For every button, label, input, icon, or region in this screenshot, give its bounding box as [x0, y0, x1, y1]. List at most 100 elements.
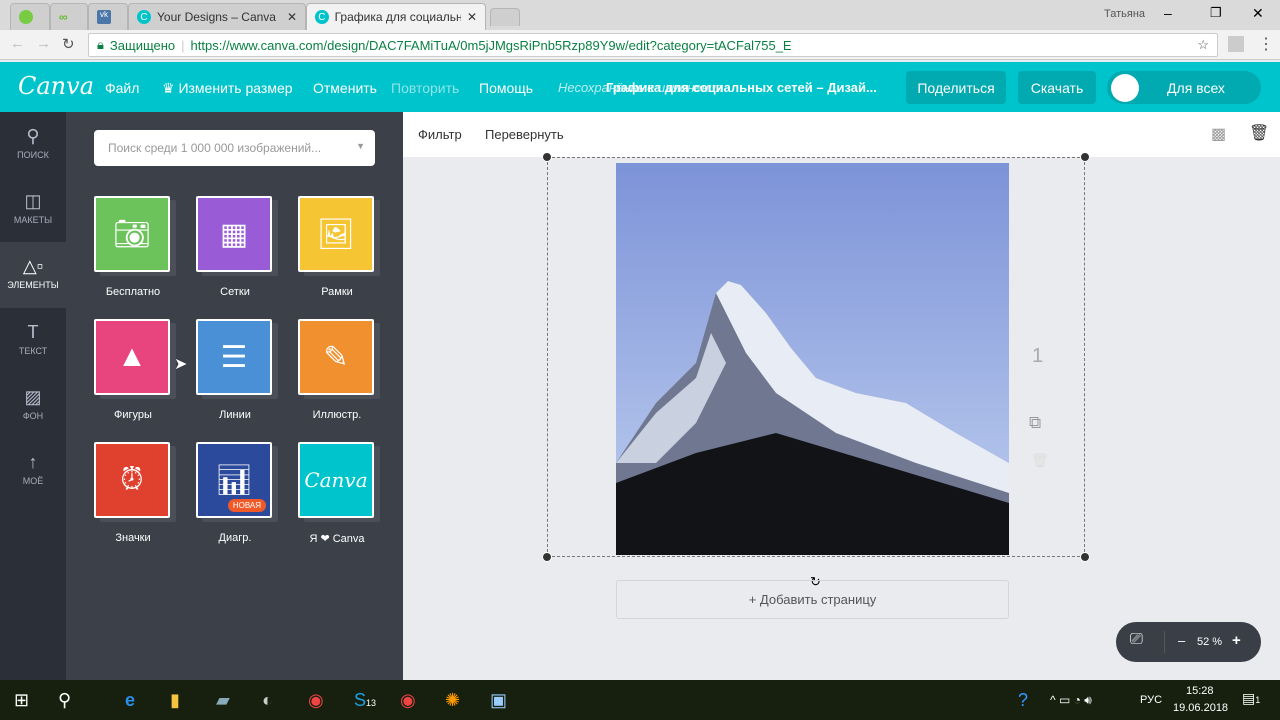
search-icon[interactable]: ⚲ — [58, 690, 71, 711]
new-tab-button[interactable] — [490, 8, 520, 26]
element-category-shapes[interactable]: ▲ — [94, 319, 170, 395]
edge-icon[interactable]: e — [125, 690, 135, 711]
duplicate-page-icon[interactable]: ⧉ — [1029, 413, 1041, 433]
category-label: Я ❤ Canva — [309, 533, 365, 545]
minimize-icon[interactable]: – — [1164, 5, 1172, 21]
windows-start-icon[interactable]: ⊞ — [14, 690, 29, 711]
notifications-icon[interactable]: ▤1 — [1242, 690, 1260, 707]
menu-help[interactable]: Помощь — [479, 80, 533, 96]
close-window-icon[interactable]: ✕ — [1252, 5, 1264, 22]
image-search-input[interactable]: Поиск среди 1 000 000 изображений... ▼ — [94, 130, 375, 166]
address-bar-row: ← → ↻ 🔒︎ Защищено | https://www.canva.co… — [0, 30, 1280, 60]
element-category-i-love-canva[interactable]: Canva — [298, 442, 374, 518]
profile-name[interactable]: Татьяна — [1104, 8, 1145, 20]
extension-icon[interactable] — [1228, 36, 1244, 52]
zoom-out-button[interactable]: – — [1178, 633, 1185, 648]
forward-icon[interactable]: → — [36, 35, 51, 52]
add-page-button[interactable]: + Добавить страницу — [616, 580, 1009, 619]
design-title[interactable]: Графика для социальных сетей – Дизай... — [606, 80, 896, 95]
paint-icon[interactable]: ◐ — [262, 690, 273, 711]
element-category-icons[interactable]: ⏰︎ — [94, 442, 170, 518]
menu-undo[interactable]: Отменить — [313, 80, 377, 96]
chrome-profile-icon[interactable]: ◉ — [400, 690, 416, 711]
reload-icon[interactable]: ↻ — [62, 35, 75, 53]
editor-toolbar: Фильтр Перевернуть ▩ 🗑︎ — [403, 112, 1280, 157]
rail-uploads[interactable]: ↑ МОЁ — [0, 438, 66, 502]
zoom-in-button[interactable]: + — [1232, 632, 1241, 649]
mountain-photo[interactable] — [616, 163, 1009, 555]
menu-resize[interactable]: ♛ Изменить размер — [162, 80, 293, 97]
close-tab-icon[interactable]: ✕ — [287, 10, 297, 24]
restore-icon[interactable]: ❐ — [1210, 5, 1222, 21]
canva-logo[interactable]: Canva — [18, 72, 94, 100]
rail-text[interactable]: T ТЕКСТ — [0, 308, 66, 372]
element-category-frames[interactable]: 🖼︎ — [298, 196, 374, 272]
secure-label: Защищено — [109, 37, 176, 53]
visibility-label: Для всех — [1167, 79, 1225, 96]
tab-pinned-1[interactable] — [10, 3, 50, 30]
transparency-icon[interactable]: ▩ — [1211, 124, 1226, 144]
presentation-app-icon[interactable]: ▣ — [490, 690, 507, 711]
language-indicator[interactable]: РУС — [1140, 694, 1162, 706]
category-label: Диагр. — [218, 532, 252, 544]
visibility-toggle[interactable]: Для всех — [1107, 71, 1261, 104]
presentation-icon[interactable]: ⎚ — [1130, 631, 1143, 649]
resize-handle[interactable] — [1080, 552, 1090, 562]
notepad-icon[interactable]: ▰ — [216, 690, 230, 711]
file-explorer-icon[interactable]: ▮ — [170, 690, 180, 711]
rail-elements[interactable]: △▫ ЭЛЕМЕНТЫ — [0, 242, 66, 308]
category-label: Фигуры — [114, 409, 152, 421]
element-category-charts[interactable]: 📊︎ НОВАЯ — [196, 442, 272, 518]
resize-handle[interactable] — [542, 552, 552, 562]
menu-redo[interactable]: Повторить — [391, 80, 459, 96]
rail-label: ПОИСК — [17, 150, 49, 160]
download-button[interactable]: Скачать — [1018, 71, 1096, 104]
element-category-illustrations[interactable]: ✎ — [298, 319, 374, 395]
dropdown-caret-icon[interactable]: ▼ — [356, 141, 365, 151]
mouse-cursor: ➤ — [174, 356, 188, 373]
clock-date[interactable]: 19.06.2018 — [1173, 702, 1228, 714]
menu-file[interactable]: Файл — [105, 80, 139, 96]
picasa-icon[interactable]: ✺ — [445, 690, 460, 711]
delete-page-icon[interactable]: 🗑︎ — [1031, 452, 1049, 469]
clock-time[interactable]: 15:28 — [1186, 685, 1214, 697]
icons-icon: ⏰︎ — [120, 463, 144, 496]
tab-current-design[interactable]: C Графика для социальны ✕ — [306, 3, 486, 30]
menu-label: Изменить размер — [178, 80, 293, 96]
notification-badge: 1 — [1255, 695, 1261, 705]
trash-icon[interactable]: 🗑︎ — [1249, 123, 1269, 143]
zoom-level[interactable]: 52 % — [1197, 636, 1222, 648]
skype-icon[interactable]: S13 — [354, 690, 376, 711]
resize-handle[interactable] — [1080, 152, 1090, 162]
app-icon — [19, 10, 33, 24]
resize-handle[interactable] — [542, 152, 552, 162]
tray-icons[interactable]: ^ ▭ ◔ 🔊︎ — [1050, 693, 1092, 708]
element-category-free-photos[interactable]: 📷︎ — [94, 196, 170, 272]
side-rail: ⚲ ПОИСК ◫ МАКЕТЫ △▫ ЭЛЕМЕНТЫ T ТЕКСТ ▨ ФОН ↑ М… — [0, 112, 66, 680]
help-icon[interactable]: ? — [1018, 690, 1028, 711]
element-category-lines[interactable]: ☰ — [196, 319, 272, 395]
bookmark-star-icon[interactable]: ☆ — [1197, 37, 1209, 53]
tab-title: Графика для социальны — [334, 10, 461, 24]
tab-pinned-2[interactable]: ∞ — [50, 3, 88, 30]
back-icon[interactable]: ← — [10, 35, 25, 52]
element-category-grids[interactable]: ▦ — [196, 196, 272, 272]
close-tab-icon[interactable]: ✕ — [467, 10, 477, 24]
windows-taskbar: ⊞ ⚲ e ▮ ▰ ◐ ◉ S13 ◉ ✺ ▣ ? ^ ▭ ◔ 🔊︎ РУС 1… — [0, 680, 1280, 720]
frames-icon: 🖼︎ — [316, 217, 356, 251]
filter-button[interactable]: Фильтр — [418, 127, 462, 142]
upload-icon: ↑ — [28, 452, 38, 472]
tab-title: Your Designs – Canva — [157, 10, 276, 24]
layout-icon: ◫ — [24, 191, 42, 211]
chrome-icon[interactable]: ◉ — [308, 690, 324, 711]
menu-icon[interactable]: ⋮ — [1258, 34, 1274, 54]
rail-layouts[interactable]: ◫ МАКЕТЫ — [0, 177, 66, 241]
tab-your-designs[interactable]: C Your Designs – Canva ✕ — [128, 3, 306, 30]
url-input[interactable]: 🔒︎ Защищено | https://www.canva.com/desi… — [88, 33, 1218, 57]
flip-button[interactable]: Перевернуть — [485, 127, 564, 142]
tab-vk[interactable]: vk — [88, 3, 128, 30]
rail-background[interactable]: ▨ ФОН — [0, 373, 66, 437]
share-button[interactable]: Поделиться — [906, 71, 1006, 104]
url-text: https://www.canva.com/design/DAC7FAMiTuA… — [190, 37, 792, 53]
rail-search[interactable]: ⚲ ПОИСК — [0, 112, 66, 176]
